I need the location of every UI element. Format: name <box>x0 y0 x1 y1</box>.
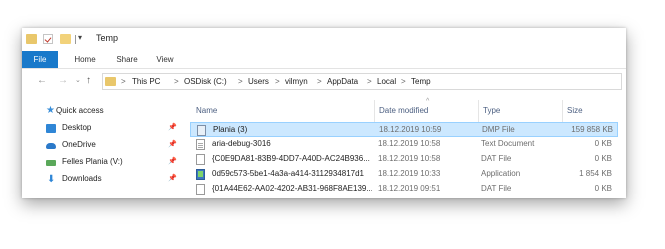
toolbar-divider <box>75 35 76 44</box>
address-row: ← → ⌄ ↑ > This PC > OSDisk (C:) > Users … <box>22 69 626 95</box>
file-size: 0 KB <box>594 154 612 163</box>
navigation-pane: ★ Quick access Desktop 📌 OneDrive 📌 Fell… <box>22 98 182 198</box>
file-size: 159 858 KB <box>571 125 613 134</box>
breadcrumb-chevron-icon[interactable]: > <box>121 77 126 86</box>
tab-view[interactable]: View <box>152 51 178 68</box>
file-date: 18.12.2019 09:51 <box>378 184 441 193</box>
download-icon: ⬇ <box>47 174 56 185</box>
file-name: {C0E9DA81-83B9-4DD7-A40D-AC24B936... <box>212 154 370 163</box>
address-bar[interactable]: > This PC > OSDisk (C:) > Users > vilmyn… <box>102 73 622 90</box>
desktop-icon <box>46 124 56 133</box>
network-drive-icon <box>46 160 56 166</box>
column-header-date-modified[interactable]: Date modified <box>374 100 479 122</box>
table-row[interactable]: Plania (3) 18.12.2019 10:59 DMP File 159… <box>190 122 618 137</box>
sidebar-item-label: OneDrive <box>62 140 96 149</box>
file-date: 18.12.2019 10:58 <box>378 139 441 148</box>
cloud-icon <box>46 143 56 149</box>
file-list: Name ^ Date modified Type Size Plania (3… <box>190 98 626 198</box>
file-date: 18.12.2019 10:58 <box>378 154 441 163</box>
file-size: 0 KB <box>594 184 612 193</box>
pin-icon[interactable]: 📌 <box>168 123 177 131</box>
recent-locations-chevron-icon[interactable]: ⌄ <box>75 76 81 84</box>
breadcrumb-chevron-icon[interactable]: > <box>367 77 372 86</box>
forward-arrow-icon[interactable]: → <box>58 75 68 86</box>
breadcrumb-chevron-icon[interactable]: > <box>275 77 280 86</box>
sidebar-item-label: Felles Plania (V:) <box>62 157 123 166</box>
customize-toolbar-dropdown-icon[interactable]: ▾ <box>78 33 82 42</box>
breadcrumb-chevron-icon[interactable]: > <box>317 77 322 86</box>
file-icon <box>196 184 205 195</box>
sidebar-item-downloads[interactable]: ⬇ Downloads 📌 <box>22 171 182 188</box>
file-size: 0 KB <box>594 139 612 148</box>
new-folder-icon[interactable] <box>60 34 71 44</box>
table-row[interactable]: 0d59c573-5be1-4a3a-a414-3112934817d1 18.… <box>190 167 618 182</box>
pin-icon[interactable]: 📌 <box>168 157 177 165</box>
table-row[interactable]: {01A44E62-AA02-4202-AB31-968F8AE139... 1… <box>190 182 618 197</box>
table-row[interactable]: {C0E9DA81-83B9-4DD7-A40D-AC24B936... 18.… <box>190 152 618 167</box>
up-arrow-icon[interactable]: ↑ <box>86 75 91 86</box>
tab-share[interactable]: Share <box>112 51 142 68</box>
breadcrumb-appdata[interactable]: AppData <box>327 77 358 86</box>
back-arrow-icon[interactable]: ← <box>37 75 47 86</box>
sidebar-item-felles-plania[interactable]: Felles Plania (V:) 📌 <box>22 154 182 171</box>
text-file-icon <box>196 139 205 150</box>
sidebar-item-onedrive[interactable]: OneDrive 📌 <box>22 137 182 154</box>
file-date: 18.12.2019 10:33 <box>378 169 441 178</box>
file-name: aria-debug-3016 <box>212 139 271 148</box>
column-header-size[interactable]: Size <box>562 100 623 122</box>
file-date: 18.12.2019 10:59 <box>379 125 442 134</box>
breadcrumb-vilmyn[interactable]: vilmyn <box>285 77 308 86</box>
sidebar-item-desktop[interactable]: Desktop 📌 <box>22 120 182 137</box>
sidebar-item-label: Quick access <box>56 106 104 115</box>
breadcrumb-chevron-icon[interactable]: > <box>174 77 179 86</box>
window-title: Temp <box>96 33 119 43</box>
breadcrumb-osdisk[interactable]: OSDisk (C:) <box>184 77 227 86</box>
dmp-file-icon <box>197 125 206 136</box>
star-icon: ★ <box>46 105 55 116</box>
pin-icon[interactable]: 📌 <box>168 140 177 148</box>
tab-file[interactable]: File <box>22 51 58 68</box>
properties-check-icon[interactable] <box>43 34 53 44</box>
breadcrumb-users[interactable]: Users <box>248 77 269 86</box>
title-bar: ▾ Temp <box>22 28 626 51</box>
folder-icon <box>26 34 37 44</box>
sidebar-item-label: Desktop <box>62 123 92 132</box>
breadcrumb-local[interactable]: Local <box>377 77 396 86</box>
breadcrumb-chevron-icon[interactable]: > <box>238 77 243 86</box>
application-icon <box>196 169 205 180</box>
file-icon <box>196 154 205 165</box>
pin-icon[interactable]: 📌 <box>168 174 177 182</box>
file-name: 0d59c573-5be1-4a3a-a414-3112934817d1 <box>212 169 364 178</box>
table-row[interactable]: aria-debug-3016 18.12.2019 10:58 Text Do… <box>190 137 618 152</box>
sidebar-item-label: Downloads <box>62 174 102 183</box>
column-header-type[interactable]: Type <box>478 100 563 122</box>
column-header-name[interactable]: Name <box>196 100 372 122</box>
tab-home[interactable]: Home <box>68 51 102 68</box>
explorer-window: ▾ Temp File Home Share View ← → ⌄ ↑ > Th… <box>22 28 626 198</box>
sidebar-item-quick-access[interactable]: ★ Quick access <box>22 103 182 120</box>
breadcrumb-chevron-icon[interactable]: > <box>401 77 406 86</box>
file-size: 1 854 KB <box>579 169 612 178</box>
breadcrumb-this-pc[interactable]: This PC <box>132 77 160 86</box>
breadcrumb-temp[interactable]: Temp <box>411 77 431 86</box>
ribbon-tabs: File Home Share View <box>22 51 626 69</box>
folder-icon <box>105 77 116 86</box>
file-name: Plania (3) <box>213 125 248 134</box>
file-name: {01A44E62-AA02-4202-AB31-968F8AE139... <box>212 184 372 193</box>
